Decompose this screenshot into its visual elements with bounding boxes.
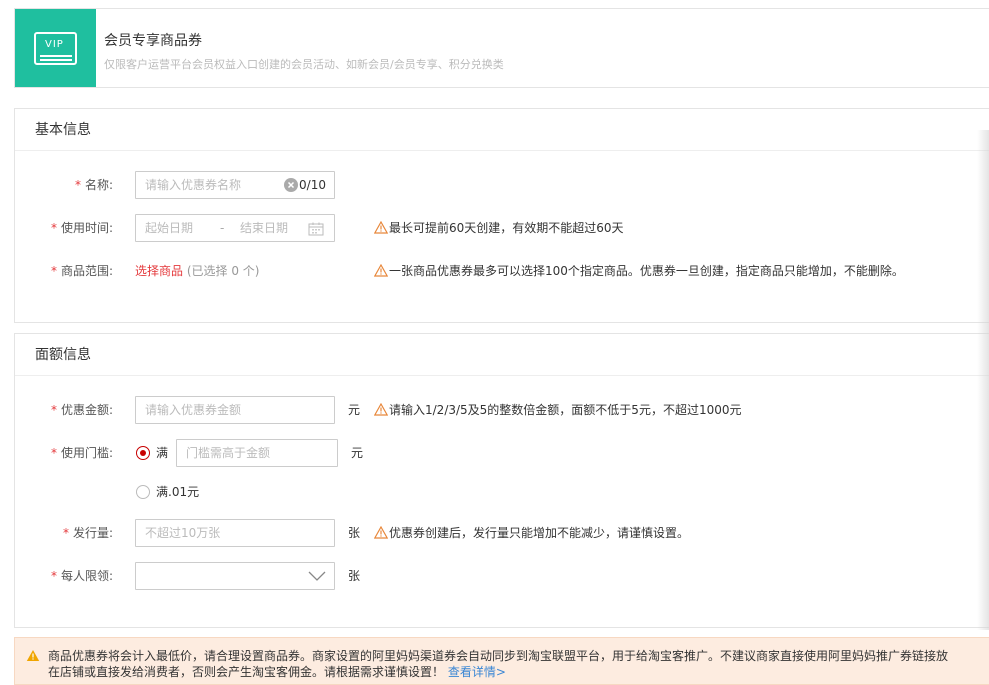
warning-icon xyxy=(26,650,40,661)
notice-text-line1: 商品优惠券将会计入最低价，请合理设置商品券。商家设置的阿里妈妈渠道券会自动同步到… xyxy=(48,649,949,663)
page-subtitle: 仅限客户运营平台会员权益入口创建的会员活动、如新会员/会员专享、积分兑换类 xyxy=(104,58,504,71)
notice-banner: 商品优惠券将会计入最低价，请合理设置商品券。商家设置的阿里妈妈渠道券会自动同步到… xyxy=(14,637,989,685)
limit-unit: 张 xyxy=(348,569,361,583)
selected-count: (已选择 0 个) xyxy=(186,264,260,278)
discount-unit: 元 xyxy=(348,403,361,417)
quantity-tip: 优惠券创建后，发行量只能增加不能减少，请谨慎设置。 xyxy=(374,519,689,547)
limit-row: * 每人限领: 张 xyxy=(15,562,985,590)
time-row: * 使用时间: 起始日期 - 结束日期 最长可提前60天创建，有效期不能超过60天 xyxy=(15,214,985,242)
name-label: * 名称: xyxy=(74,178,113,192)
threshold-option2-row: 满.01元 xyxy=(15,479,985,507)
scope-tip: 一张商品优惠券最多可以选择100个指定商品。优惠券一旦创建，指定商品只能增加，不… xyxy=(374,257,904,285)
notice-text-line2: 在店铺或直接发给消费者，否则会产生淘宝客佣金。请根据需求谨慎设置！ xyxy=(48,665,445,679)
discount-tip: 请输入1/2/3/5及5的整数倍金额，面额不低于5元，不超过1000元 xyxy=(374,396,741,424)
scope-row: * 商品范围: 选择商品 (已选择 0 个) 一张商品优惠券最多可以选择100个指… xyxy=(15,257,985,285)
side-panel-shadow xyxy=(977,130,989,630)
warning-icon xyxy=(374,403,388,416)
quantity-row: * 发行量: 不超过10万张 张 优惠券创建后，发行量只能增加不能减少，请谨慎设置… xyxy=(15,519,985,547)
coupon-create-page: VIP 会员专享商品券 仅限客户运营平台会员权益入口创建的会员活动、如新会员/会… xyxy=(0,0,989,685)
clear-icon[interactable] xyxy=(284,178,298,192)
threshold-radio-full[interactable] xyxy=(136,446,150,460)
discount-label: * 优惠金额: xyxy=(50,403,113,417)
threshold-option-full-label: 满 xyxy=(156,446,169,460)
date-range-picker[interactable]: 起始日期 - 结束日期 xyxy=(135,214,335,242)
section-title-basic: 基本信息 xyxy=(15,109,989,151)
discount-row: * 优惠金额: 请输入优惠券金额 元 请输入1/2/3/5及5的整数倍金额，面额不… xyxy=(15,396,985,424)
warning-icon xyxy=(374,221,388,234)
quantity-label: * 发行量: xyxy=(62,526,113,540)
threshold-option-min-label: 满.01元 xyxy=(156,485,200,499)
per-person-limit-select[interactable] xyxy=(135,562,335,590)
vip-card-icon: VIP xyxy=(34,32,77,65)
view-details-link[interactable]: 查看详情> xyxy=(448,665,506,679)
vip-badge-text: VIP xyxy=(45,39,64,50)
amount-info-section: 面额信息 * 优惠金额: 请输入优惠券金额 元 请输入1/2/3/5及5的整数倍金… xyxy=(14,333,989,628)
chevron-down-icon xyxy=(308,571,326,581)
threshold-label: * 使用门槛: xyxy=(50,446,113,460)
section-title-amount: 面额信息 xyxy=(15,334,989,376)
vip-badge-block: VIP xyxy=(15,9,96,87)
page-title: 会员专享商品券 xyxy=(104,33,202,49)
discount-amount-input[interactable]: 请输入优惠券金额 xyxy=(135,396,335,424)
basic-info-section: 基本信息 * 名称: 请输入优惠券名称 0/10 * 使用时间: 起始日期 - 结束… xyxy=(14,108,989,323)
quantity-input[interactable]: 不超过10万张 xyxy=(135,519,335,547)
time-tip: 最长可提前60天创建，有效期不能超过60天 xyxy=(374,214,624,242)
name-row: * 名称: 请输入优惠券名称 0/10 xyxy=(15,171,985,199)
select-products-link[interactable]: 选择商品 xyxy=(135,264,183,278)
calendar-icon xyxy=(308,222,324,236)
threshold-row: * 使用门槛: 满 门槛需高于金额 元 xyxy=(15,439,985,467)
start-date-placeholder: 起始日期 xyxy=(145,221,194,235)
name-char-counter: 0/10 xyxy=(299,178,326,192)
coupon-type-header: VIP 会员专享商品券 仅限客户运营平台会员权益入口创建的会员活动、如新会员/会… xyxy=(14,8,989,88)
threshold-unit: 元 xyxy=(351,446,364,460)
end-date-placeholder: 结束日期 xyxy=(240,221,289,235)
scope-label: * 商品范围: xyxy=(50,264,113,278)
quantity-unit: 张 xyxy=(348,526,361,540)
limit-label: * 每人限领: xyxy=(50,569,113,583)
warning-icon xyxy=(374,526,388,539)
coupon-name-input[interactable]: 请输入优惠券名称 0/10 xyxy=(135,171,335,199)
warning-icon xyxy=(374,264,388,277)
threshold-amount-input[interactable]: 门槛需高于金额 xyxy=(176,439,338,467)
time-label: * 使用时间: xyxy=(50,221,113,235)
threshold-radio-min[interactable] xyxy=(136,485,150,499)
